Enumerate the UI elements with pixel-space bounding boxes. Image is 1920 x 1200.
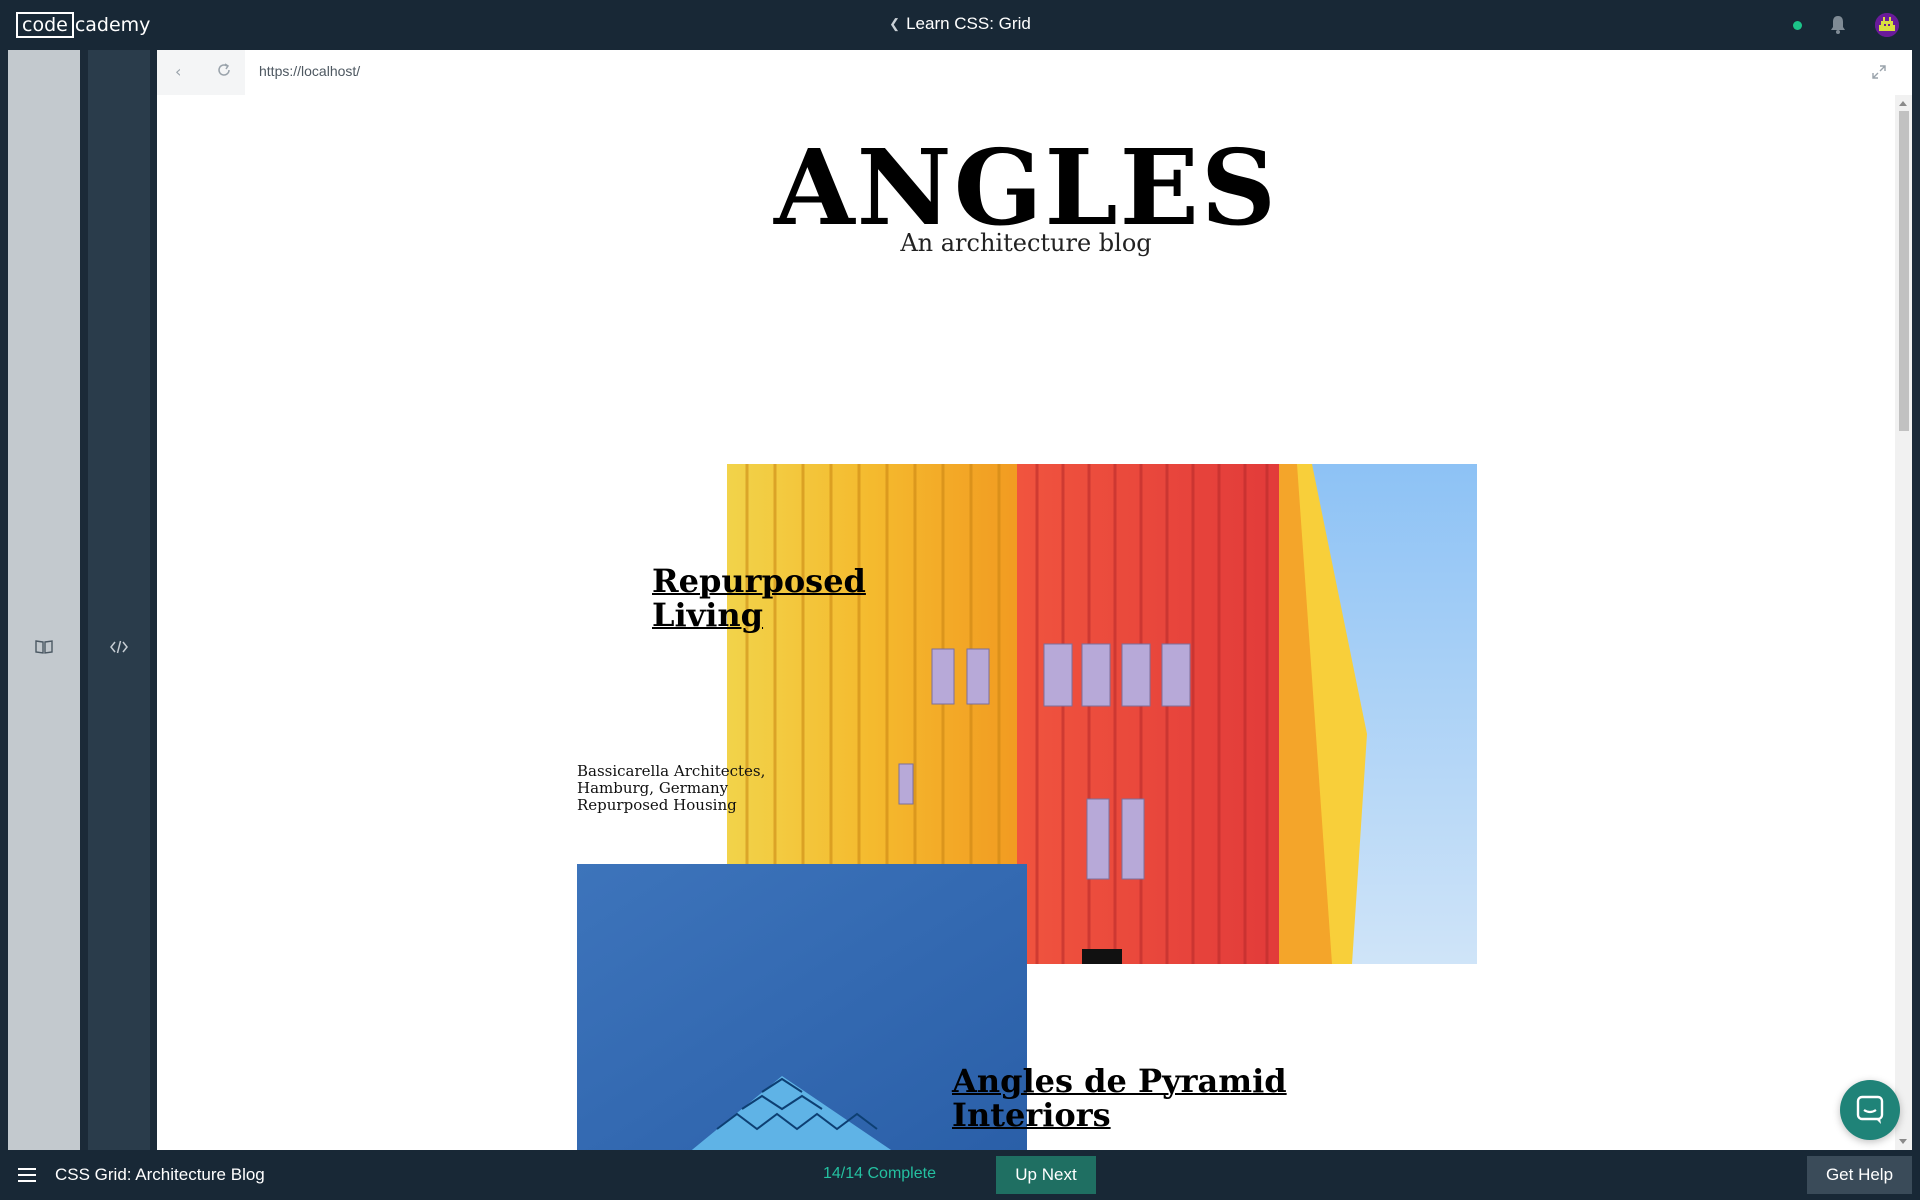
post-meta-category: Repurposed Housing <box>577 796 737 814</box>
get-help-button[interactable]: Get Help <box>1807 1156 1912 1194</box>
course-title: Learn CSS: Grid <box>906 14 1031 33</box>
lesson-title: CSS Grid: Architecture Blog <box>55 1165 265 1184</box>
post-meta-location: Hamburg, Germany <box>577 779 729 797</box>
browser-url-field[interactable]: https://localhost/ <box>259 63 360 79</box>
browser-nav-controls: ‹ <box>157 50 245 95</box>
site-subtitle: An architecture blog <box>900 229 1152 257</box>
top-bar: code cademy ❮ Learn CSS: Grid <box>0 0 1920 50</box>
expand-icon[interactable] <box>1870 63 1888 81</box>
help-chat-button[interactable] <box>1840 1080 1900 1140</box>
up-next-button[interactable]: Up Next <box>996 1156 1096 1194</box>
book-icon[interactable] <box>34 637 54 657</box>
site-title: ANGLES <box>773 126 1279 249</box>
chevron-left-icon: ❮ <box>889 16 901 31</box>
post-title-link[interactable]: Angles de Pyramid Interiors <box>952 1064 1292 1132</box>
code-brackets-icon[interactable] <box>109 637 129 657</box>
user-avatar[interactable] <box>1875 13 1899 37</box>
scrollbar-thumb[interactable] <box>1899 111 1909 431</box>
preview-browser: ‹ https://localhost/ ANGLES An architect… <box>157 50 1912 1150</box>
scroll-up-arrow-icon[interactable] <box>1899 101 1907 106</box>
page-viewport: ANGLES An architecture blog Repurposed L… <box>157 95 1895 1150</box>
post-title-link[interactable]: Repurposed Living <box>652 564 872 632</box>
post-meta: Bassicarella Architectes, Hamburg, Germa… <box>577 763 765 814</box>
avatar-robot-icon <box>1875 13 1899 37</box>
bottom-bar: CSS Grid: Architecture Blog 14/14 Comple… <box>0 1150 1920 1200</box>
bell-icon[interactable] <box>1829 15 1847 35</box>
learn-pane-collapsed[interactable] <box>8 50 80 1150</box>
hamburger-menu-icon[interactable] <box>18 1168 36 1182</box>
post-meta-architect: Bassicarella Architectes, <box>577 762 766 780</box>
chat-icon <box>1856 1095 1884 1124</box>
course-back-link[interactable]: ❮ Learn CSS: Grid <box>0 14 1920 34</box>
code-editor-pane-collapsed[interactable] <box>88 50 150 1150</box>
chevron-left-icon[interactable]: ‹ <box>175 62 181 81</box>
reload-icon[interactable] <box>215 61 233 79</box>
progress-status: 14/14 Complete <box>823 1165 936 1182</box>
scroll-down-arrow-icon[interactable] <box>1899 1139 1907 1144</box>
browser-toolbar: ‹ https://localhost/ <box>157 50 1912 95</box>
page-scrollbar[interactable] <box>1895 95 1912 1150</box>
online-status-indicator <box>1793 21 1802 30</box>
